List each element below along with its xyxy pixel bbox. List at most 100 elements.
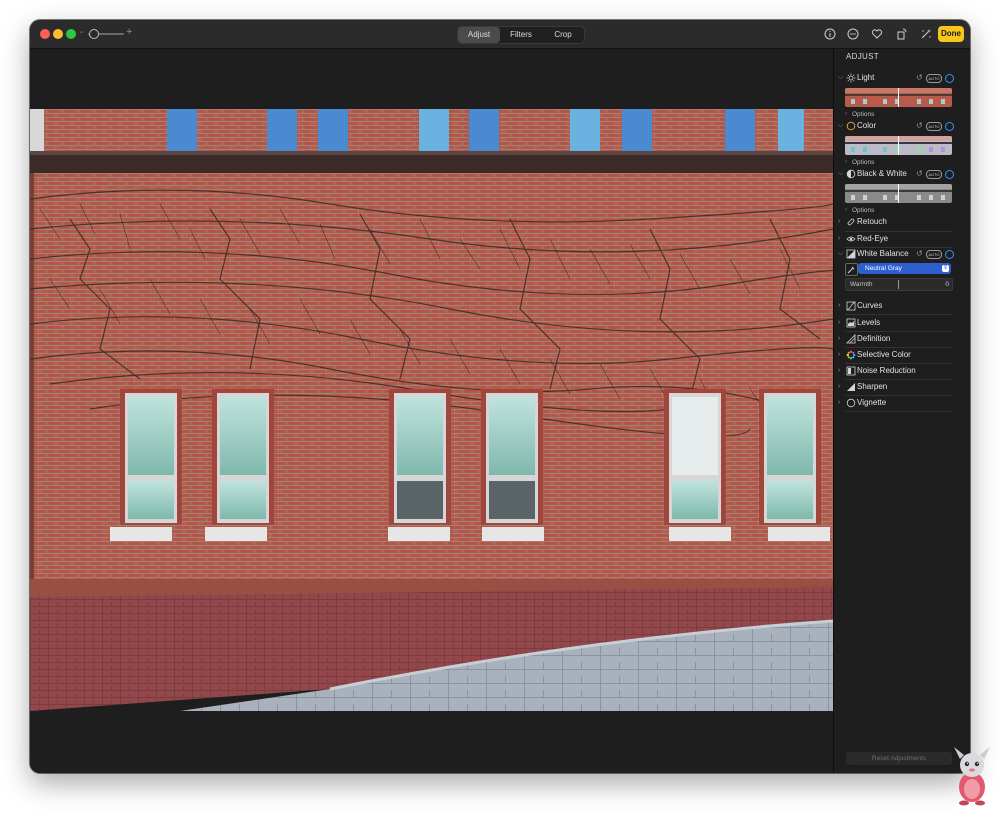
chevron-right-icon[interactable]: › bbox=[838, 381, 840, 393]
section-retouch-label: Retouch bbox=[857, 217, 887, 226]
section-selective-color[interactable]: › Selective Color bbox=[838, 349, 954, 361]
section-definition[interactable]: › Definition bbox=[838, 333, 954, 345]
section-sharpen-label: Sharpen bbox=[857, 382, 888, 391]
warmth-value: 0 bbox=[945, 281, 949, 288]
chevron-right-icon[interactable]: › bbox=[838, 233, 840, 245]
zoom-out-label: - bbox=[80, 27, 84, 38]
section-light-label: Light bbox=[857, 73, 875, 82]
bw-options-label: Options bbox=[852, 207, 875, 214]
section-curves[interactable]: › Curves bbox=[838, 300, 954, 312]
wb-mode-label: Neutral Gray bbox=[865, 265, 902, 272]
chevron-right-icon: › bbox=[845, 159, 847, 165]
half-circle-icon bbox=[846, 169, 856, 179]
auto-button[interactable]: AUTO bbox=[926, 250, 942, 259]
section-selective-color-label: Selective Color bbox=[857, 350, 911, 359]
definition-icon bbox=[846, 334, 856, 344]
divider bbox=[845, 231, 953, 232]
vignette-icon bbox=[846, 398, 856, 408]
chevron-right-icon: › bbox=[845, 111, 847, 117]
toggle-icon[interactable] bbox=[945, 74, 954, 83]
color-circle-icon bbox=[846, 121, 856, 131]
eyedropper-icon[interactable] bbox=[845, 263, 858, 276]
zoom-in-label: + bbox=[126, 26, 133, 38]
photo-canvas[interactable] bbox=[30, 49, 833, 773]
rotate-icon[interactable] bbox=[896, 28, 908, 40]
white-balance-mode-select[interactable]: Neutral Gray ⇕ bbox=[858, 263, 951, 274]
auto-button[interactable]: AUTO bbox=[926, 170, 942, 179]
chevron-right-icon[interactable]: › bbox=[838, 397, 840, 409]
toolbar: - + Adjust Filters Crop Done bbox=[30, 20, 970, 49]
more-icon[interactable] bbox=[847, 28, 859, 40]
chevron-right-icon[interactable]: › bbox=[838, 365, 840, 377]
chevron-down-icon[interactable]: ⌵ bbox=[838, 248, 843, 260]
chevron-down-icon[interactable]: ⌵ bbox=[838, 168, 843, 180]
info-icon[interactable] bbox=[824, 28, 836, 40]
curves-icon bbox=[846, 301, 856, 311]
chevron-right-icon[interactable]: › bbox=[838, 317, 840, 329]
section-bw-label: Black & White bbox=[857, 169, 907, 178]
select-arrows-icon: ⇕ bbox=[942, 265, 949, 272]
light-thumbnail-strip[interactable] bbox=[845, 88, 952, 107]
section-definition-label: Definition bbox=[857, 334, 891, 343]
divider bbox=[845, 331, 953, 332]
divider bbox=[845, 347, 953, 348]
chevron-right-icon[interactable]: › bbox=[838, 333, 840, 345]
bw-thumbnail-strip[interactable] bbox=[845, 184, 952, 203]
section-noise-reduction[interactable]: › Noise Reduction bbox=[838, 365, 954, 377]
revert-icon[interactable]: ↺ bbox=[916, 248, 923, 260]
section-vignette[interactable]: › Vignette bbox=[838, 397, 954, 409]
chevron-right-icon[interactable]: › bbox=[838, 349, 840, 361]
eye-icon bbox=[846, 236, 856, 242]
section-black-white[interactable]: ⌵ Black & White ↺ AUTO bbox=[838, 168, 954, 180]
done-button[interactable]: Done bbox=[938, 26, 964, 42]
section-color[interactable]: ⌵ Color ↺ AUTO bbox=[838, 120, 954, 132]
adjust-sidebar: ADJUST ⌵ Light ↺ AUTO › Options ⌵ Color … bbox=[833, 49, 970, 773]
section-noise-reduction-label: Noise Reduction bbox=[857, 366, 916, 375]
section-retouch[interactable]: › Retouch bbox=[838, 216, 954, 228]
close-window-button[interactable] bbox=[40, 29, 50, 39]
white-balance-icon bbox=[846, 249, 856, 259]
revert-icon[interactable]: ↺ bbox=[916, 72, 923, 84]
section-red-eye[interactable]: › Red-Eye bbox=[838, 233, 954, 245]
sun-icon bbox=[846, 73, 856, 83]
section-levels-label: Levels bbox=[857, 318, 881, 327]
section-levels[interactable]: › Levels bbox=[838, 317, 954, 329]
warmth-slider[interactable]: Warmth 0 bbox=[845, 278, 953, 291]
toggle-icon[interactable] bbox=[945, 250, 954, 259]
section-color-label: Color bbox=[857, 121, 877, 130]
tab-filters[interactable]: Filters bbox=[500, 27, 542, 43]
section-vignette-label: Vignette bbox=[857, 398, 887, 407]
sharpen-icon bbox=[847, 383, 855, 391]
color-thumbnail-strip[interactable] bbox=[845, 136, 952, 155]
chevron-down-icon[interactable]: ⌵ bbox=[838, 72, 843, 84]
color-options-row[interactable]: › Options bbox=[845, 158, 925, 167]
section-light[interactable]: ⌵ Light ↺ AUTO bbox=[838, 72, 954, 84]
section-sharpen[interactable]: › Sharpen bbox=[838, 381, 954, 393]
tab-adjust[interactable]: Adjust bbox=[458, 27, 500, 43]
fullscreen-window-button[interactable] bbox=[66, 29, 76, 39]
reset-adjustments-button[interactable]: Reset Adjustments bbox=[846, 752, 952, 765]
divider bbox=[845, 379, 953, 380]
desktop-mascot-image bbox=[954, 747, 990, 806]
warmth-slider-marker[interactable] bbox=[898, 280, 899, 289]
chevron-right-icon[interactable]: › bbox=[838, 300, 840, 312]
light-options-row[interactable]: › Options bbox=[845, 110, 925, 119]
minimize-window-button[interactable] bbox=[53, 29, 63, 39]
bw-options-row[interactable]: › Options bbox=[845, 206, 925, 215]
divider bbox=[845, 363, 953, 364]
section-white-balance[interactable]: ⌵ White Balance ↺ AUTO bbox=[838, 248, 954, 260]
zoom-slider-knob[interactable] bbox=[89, 29, 99, 39]
toggle-icon[interactable] bbox=[945, 170, 954, 179]
chevron-right-icon[interactable]: › bbox=[838, 216, 840, 228]
revert-icon[interactable]: ↺ bbox=[916, 168, 923, 180]
auto-button[interactable]: AUTO bbox=[926, 122, 942, 131]
favorite-icon[interactable] bbox=[871, 28, 883, 40]
auto-enhance-icon[interactable] bbox=[920, 28, 932, 40]
auto-button[interactable]: AUTO bbox=[926, 74, 942, 83]
toggle-icon[interactable] bbox=[945, 122, 954, 131]
revert-icon[interactable]: ↺ bbox=[916, 120, 923, 132]
sidebar-title: ADJUST bbox=[846, 52, 879, 61]
chevron-down-icon[interactable]: ⌵ bbox=[838, 120, 843, 132]
photo-preview-image bbox=[30, 109, 833, 711]
tab-crop[interactable]: Crop bbox=[542, 27, 584, 43]
